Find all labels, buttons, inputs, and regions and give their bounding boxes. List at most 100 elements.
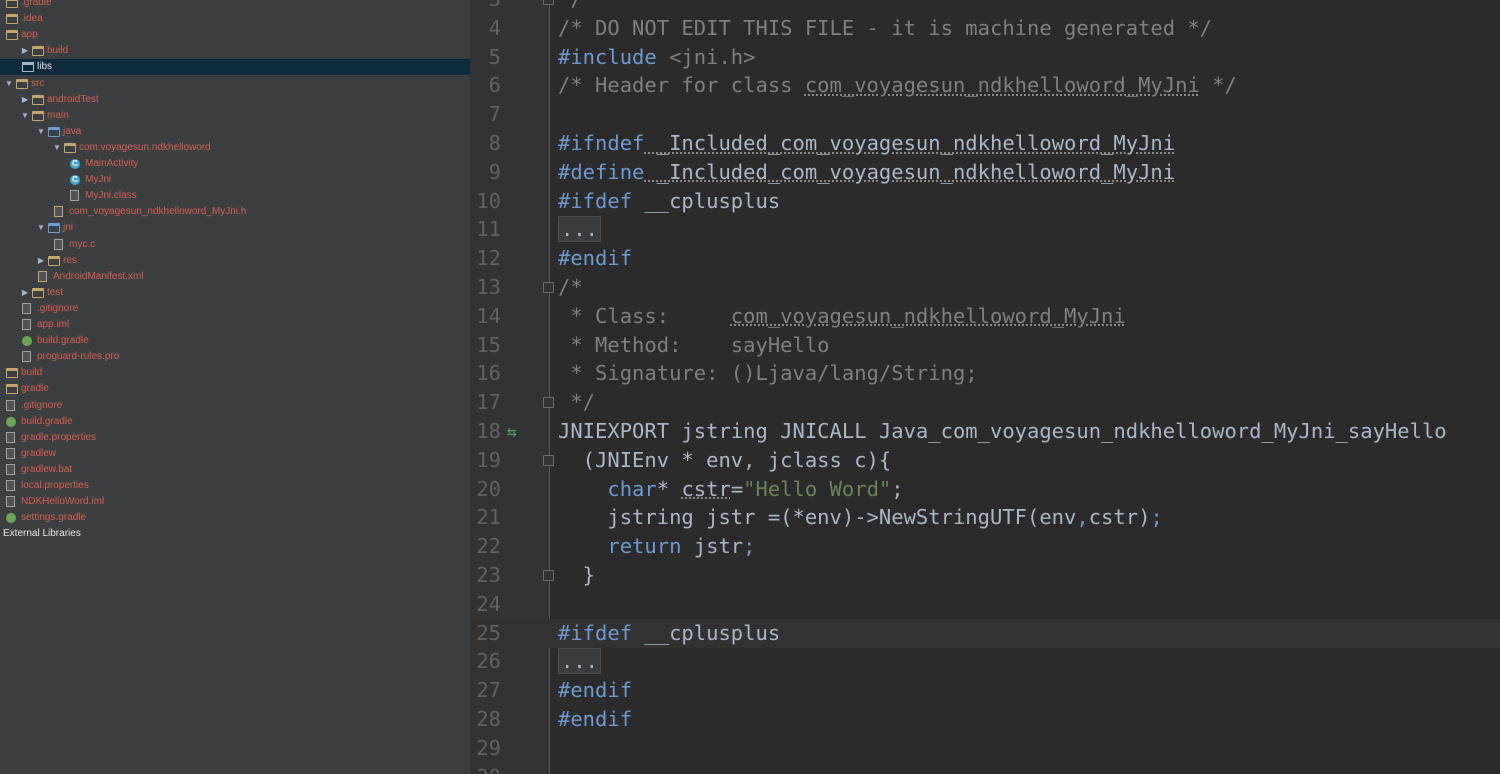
tree-item-res[interactable]: ▶ res (0, 253, 470, 269)
tree-item-idea[interactable]: .idea (0, 11, 470, 27)
code-text: #ifndef _Included_com_voyagesun_ndkhello… (558, 129, 1175, 158)
tree-item-external-libraries[interactable]: External Libraries (0, 526, 470, 542)
folder-icon (6, 368, 18, 379)
code-token: __cplusplus (632, 188, 781, 213)
code-line[interactable]: 8 #ifndef _Included_com_voyagesun_ndkhell… (471, 129, 1500, 158)
tree-item-gitignore[interactable]: .gitignore (0, 398, 470, 414)
implementation-gutter-icon[interactable]: ⇆ (507, 417, 517, 446)
source-folder-icon (48, 126, 60, 137)
line-number: 28 (476, 707, 501, 731)
project-tree-panel: .gradle .idea app ▶ build libs ▼ src ▶ androidTes… (0, 0, 471, 774)
fold-marker-icon[interactable] (543, 454, 554, 466)
line-number: 21 (476, 505, 501, 530)
tree-item-myjni[interactable]: C MyJni (0, 172, 470, 188)
code-line[interactable]: 26... (471, 647, 1500, 676)
code-line[interactable]: 7 (471, 100, 1500, 129)
tree-item-mainactivity[interactable]: C MainActivity (0, 156, 470, 172)
code-line[interactable]: 23 } (471, 561, 1500, 590)
code-line[interactable]: 6 /* Header for class com_voyagesun_ndkhe… (471, 71, 1500, 100)
code-line[interactable]: 14 * Class: com_voyagesun_ndkhelloword_M… (471, 302, 1500, 331)
tree-item-build[interactable]: build (0, 365, 470, 381)
code-line[interactable]: 24 (471, 590, 1500, 619)
fold-marker-icon[interactable] (543, 0, 554, 5)
fold-marker-icon[interactable] (543, 397, 554, 409)
code-line[interactable]: 30 (471, 763, 1500, 774)
code-text: #endif (558, 705, 632, 734)
code-editor[interactable]: 3 */ 4 /* DO NOT EDIT THIS FILE - it is mac… (471, 0, 1500, 774)
tree-item-test[interactable]: ▶ test (0, 285, 470, 301)
code-line[interactable]: 27 #endif (471, 676, 1500, 705)
tree-item-build-gradle[interactable]: build.gradle (0, 414, 470, 430)
tree-item-gradle-properties[interactable]: gradle.properties (0, 430, 470, 446)
code-line[interactable]: 17 */ (471, 388, 1500, 417)
tree-item-myc-c[interactable]: myc.c (0, 237, 470, 253)
folded-region[interactable]: ... (558, 216, 602, 243)
code-line[interactable]: 12 #endif (471, 244, 1500, 273)
tree-item-settings-gradle[interactable]: settings.gradle (0, 510, 470, 526)
line-number: 15 (476, 332, 501, 357)
tree-item-build-gradle[interactable]: build.gradle (0, 333, 470, 349)
code-token: */ (558, 0, 583, 11)
code-line[interactable]: 13 /* (471, 273, 1500, 302)
tree-item-main[interactable]: ▼ main (0, 108, 470, 124)
code-line[interactable]: 21 jstring jstr =(*env)->NewStringUTF(en… (471, 503, 1500, 532)
tree-item-label: .gitignore (21, 399, 63, 411)
tree-item-androidtest[interactable]: ▶ androidTest (0, 92, 470, 108)
code-token: jstring jstr =(*env)->NewStringUTF(env (558, 505, 1077, 530)
folded-region[interactable]: ... (558, 648, 602, 675)
code-line[interactable]: 22 return jstr; (471, 532, 1500, 561)
collapsed-arrow-icon[interactable]: ▶ (36, 253, 46, 269)
tree-item-gradle[interactable]: .gradle (0, 0, 470, 11)
expanded-arrow-icon[interactable]: ▼ (52, 140, 62, 156)
tree-item-app[interactable]: app (0, 27, 470, 43)
code-line[interactable]: 15 * Method: sayHello (471, 331, 1500, 360)
collapsed-arrow-icon[interactable]: ▶ (20, 92, 30, 108)
tree-item-app-iml[interactable]: app.iml (0, 317, 470, 333)
tree-item-label: MyJni (85, 174, 112, 186)
tree-item-local-properties[interactable]: local.properties (0, 478, 470, 494)
code-line[interactable]: 10 #ifdef __cplusplus (471, 187, 1500, 216)
code-text: * Class: com_voyagesun_ndkhelloword_MyJn… (558, 302, 1125, 331)
fold-marker-icon[interactable] (543, 282, 554, 293)
code-line[interactable]: 28 #endif (471, 705, 1500, 734)
code-line[interactable]: 3 */ (471, 0, 1500, 14)
tree-item-build[interactable]: ▶ build (0, 43, 470, 59)
tree-item-myjni-class[interactable]: MyJni.class (0, 188, 470, 204)
tree-item-proguard-rules-pro[interactable]: proguard-rules.pro (0, 349, 470, 365)
tree-item-src[interactable]: ▼ src (0, 76, 470, 92)
tree-item-gradle[interactable]: gradle (0, 381, 470, 397)
tree-item-label: local.properties (21, 480, 89, 491)
expanded-arrow-icon[interactable]: ▼ (36, 124, 46, 140)
code-line[interactable]: 25 #ifdef __cplusplus (471, 618, 1500, 648)
code-line[interactable]: 11... (471, 215, 1500, 244)
tree-item-jni[interactable]: ▼ jni (0, 220, 470, 236)
tree-item-gitignore[interactable]: .gitignore (0, 301, 470, 317)
line-number: 29 (476, 735, 501, 760)
code-line[interactable]: 9 #define _Included_com_voyagesun_ndkhell… (471, 158, 1500, 187)
expanded-arrow-icon[interactable]: ▼ (20, 108, 30, 124)
collapsed-arrow-icon[interactable]: ▶ (20, 285, 30, 301)
tree-item-com-voyagesun-ndkhelloword-myjni-h[interactable]: com_voyagesun_ndkhelloword_MyJni.h (0, 204, 470, 220)
code-line[interactable]: 4 /* DO NOT EDIT THIS FILE - it is machin… (471, 14, 1500, 43)
file-icon (6, 431, 15, 443)
tree-item-libs[interactable]: libs (0, 59, 470, 76)
collapsed-arrow-icon[interactable]: ▶ (20, 43, 30, 59)
code-line[interactable]: 19 (JNIEnv * env, jclass c){ (471, 446, 1500, 475)
code-line[interactable]: 20 char* cstr="Hello Word"; (471, 475, 1500, 504)
code-line[interactable]: 16 * Signature: ()Ljava/lang/String; (471, 359, 1500, 388)
fold-marker-icon[interactable] (543, 570, 554, 581)
code-token: * Method: sayHello (558, 332, 830, 357)
tree-item-java[interactable]: ▼ java (0, 124, 470, 140)
tree-item-com-voyagesun-ndkhelloword[interactable]: ▼ com.voyagesun.ndkhelloword (0, 140, 470, 156)
expanded-arrow-icon[interactable]: ▼ (36, 220, 46, 236)
tree-item-androidmanifest-xml[interactable]: AndroidManifest.xml (0, 269, 470, 285)
file-icon (54, 206, 63, 218)
tree-item-gradlew-bat[interactable]: gradlew.bat (0, 462, 470, 478)
code-token: * Signature: ()Ljava/lang/String; (558, 361, 978, 386)
tree-item-ndkhelloword-iml[interactable]: NDKHelloWord.iml (0, 494, 470, 510)
tree-item-gradlew[interactable]: gradlew (0, 446, 470, 462)
expanded-arrow-icon[interactable]: ▼ (4, 76, 14, 92)
code-line[interactable]: 18 ⇆ JNIEXPORT jstring JNICALL Java_com_vo… (471, 417, 1500, 446)
code-line[interactable]: 29 (471, 734, 1500, 763)
code-line[interactable]: 5 #include <jni.h> (471, 43, 1500, 72)
